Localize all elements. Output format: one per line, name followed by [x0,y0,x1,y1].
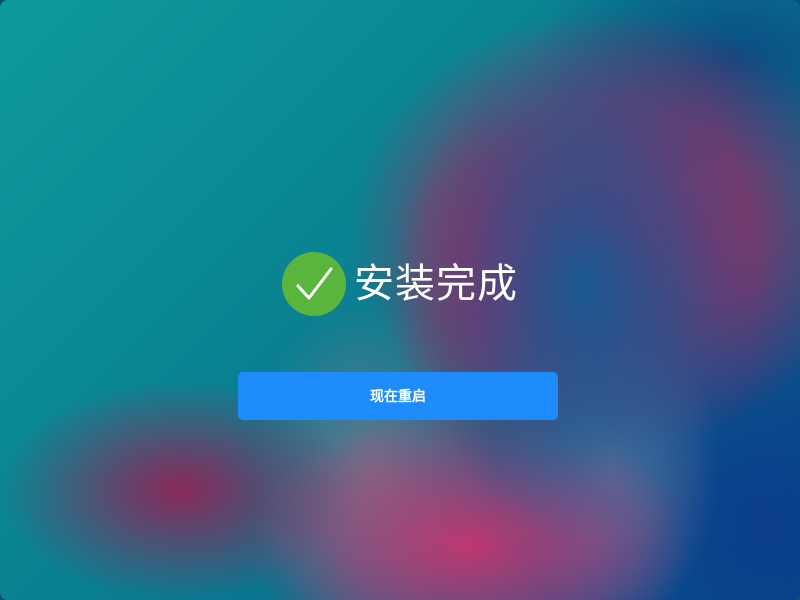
page-title: 安装完成 [354,261,518,307]
check-circle-icon [282,252,346,316]
installer-finish-screen: 安装完成 现在重启 [0,0,800,600]
restart-now-button[interactable]: 现在重启 [238,372,558,420]
install-complete-header: 安装完成 [0,252,800,316]
